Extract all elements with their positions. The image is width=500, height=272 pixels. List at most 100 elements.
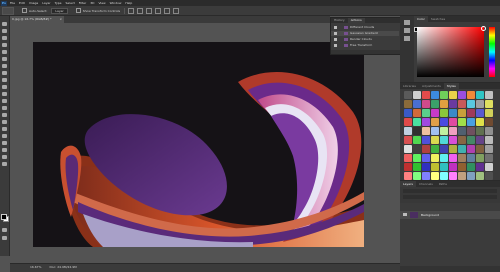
auto-select-dropdown[interactable]: Layer (51, 7, 68, 14)
more-tools-icon[interactable] (2, 162, 7, 166)
gradient-tool-icon[interactable] (2, 99, 7, 103)
style-swatch[interactable] (467, 154, 475, 162)
style-swatch[interactable] (404, 109, 412, 117)
style-swatch[interactable] (440, 118, 448, 126)
style-swatch[interactable] (449, 127, 457, 135)
tab-color[interactable]: Color (414, 16, 428, 22)
style-swatch[interactable] (413, 145, 421, 153)
style-swatch[interactable] (485, 109, 493, 117)
style-swatch[interactable] (458, 100, 466, 108)
style-swatch[interactable] (404, 127, 412, 135)
align-left-icon[interactable] (155, 7, 162, 14)
style-swatch[interactable] (440, 172, 448, 180)
hue-slider[interactable] (489, 27, 495, 77)
style-swatch[interactable] (485, 136, 493, 144)
style-swatch[interactable] (458, 163, 466, 171)
style-swatch[interactable] (476, 100, 484, 108)
menu-layer[interactable]: Layer (42, 1, 50, 5)
align-middle-icon[interactable] (137, 7, 144, 14)
style-swatch[interactable] (440, 154, 448, 162)
blur-tool-icon[interactable] (2, 106, 7, 110)
pen-tool-icon[interactable] (2, 120, 7, 124)
style-swatch[interactable] (413, 163, 421, 171)
style-swatch[interactable] (458, 118, 466, 126)
style-swatch[interactable] (467, 127, 475, 135)
align-bottom-icon[interactable] (146, 7, 153, 14)
style-swatch[interactable] (476, 163, 484, 171)
clone-stamp-tool-icon[interactable] (2, 78, 7, 82)
style-swatch[interactable] (476, 154, 484, 162)
style-swatch[interactable] (431, 136, 439, 144)
tab-styles[interactable]: Styles (443, 83, 459, 89)
menu-file[interactable]: File (10, 1, 15, 5)
style-swatch[interactable] (413, 109, 421, 117)
menu-type[interactable]: Type (55, 1, 62, 5)
style-swatch[interactable] (449, 172, 457, 180)
style-swatch[interactable] (458, 127, 466, 135)
paragraph-panel-icon[interactable] (404, 36, 410, 41)
quick-mask-icon[interactable] (2, 228, 7, 232)
style-swatch[interactable] (422, 127, 430, 135)
style-swatch[interactable] (413, 154, 421, 162)
style-swatch[interactable] (467, 100, 475, 108)
style-swatch[interactable] (422, 154, 430, 162)
style-swatch[interactable] (476, 109, 484, 117)
style-swatch[interactable] (431, 91, 439, 99)
close-tab-icon[interactable]: × (59, 16, 62, 23)
style-swatch[interactable] (404, 136, 412, 144)
shape-tool-icon[interactable] (2, 141, 7, 145)
style-swatch[interactable] (440, 127, 448, 135)
tab-adjustments[interactable]: Adjustments (419, 83, 444, 89)
style-swatch[interactable] (476, 127, 484, 135)
tab-swatches[interactable]: Swatches (428, 16, 448, 22)
style-swatch[interactable] (404, 172, 412, 180)
healing-brush-tool-icon[interactable] (2, 64, 7, 68)
crop-tool-icon[interactable] (2, 50, 7, 54)
style-swatch[interactable] (413, 91, 421, 99)
menu-3d[interactable]: 3D (90, 1, 94, 5)
style-swatch[interactable] (431, 172, 439, 180)
style-swatch[interactable] (449, 154, 457, 162)
style-swatch[interactable] (440, 163, 448, 171)
style-swatch[interactable] (467, 136, 475, 144)
style-swatch[interactable] (404, 100, 412, 108)
menu-view[interactable]: View (98, 1, 105, 5)
properties-panel-icon[interactable] (404, 28, 410, 33)
checkbox-icon[interactable] (334, 44, 337, 47)
zoom-tool-icon[interactable] (2, 155, 7, 159)
style-swatch[interactable] (440, 100, 448, 108)
color-picker-marker[interactable] (481, 26, 486, 31)
style-swatch[interactable] (485, 145, 493, 153)
layer-filter-row[interactable] (403, 189, 497, 193)
style-swatch[interactable] (404, 91, 412, 99)
style-swatch[interactable] (440, 109, 448, 117)
brush-tool-icon[interactable] (2, 71, 7, 75)
menu-edit[interactable]: Edit (19, 1, 25, 5)
move-tool-icon[interactable] (2, 22, 7, 26)
style-swatch[interactable] (440, 91, 448, 99)
style-swatch[interactable] (449, 91, 457, 99)
path-selection-tool-icon[interactable] (2, 134, 7, 138)
style-swatch[interactable] (404, 154, 412, 162)
style-swatch[interactable] (485, 91, 493, 99)
move-tool-preset-icon[interactable] (2, 6, 14, 15)
style-swatch[interactable] (458, 91, 466, 99)
style-swatch[interactable] (458, 145, 466, 153)
style-swatch[interactable] (413, 172, 421, 180)
history-brush-tool-icon[interactable] (2, 85, 7, 89)
layer-row[interactable]: Background (400, 211, 500, 219)
style-swatch[interactable] (476, 172, 484, 180)
style-swatch[interactable] (431, 154, 439, 162)
style-swatch[interactable] (422, 100, 430, 108)
eye-icon[interactable] (403, 213, 407, 216)
style-swatch[interactable] (413, 118, 421, 126)
style-swatch[interactable] (467, 163, 475, 171)
style-swatch[interactable] (431, 109, 439, 117)
style-swatch[interactable] (458, 172, 466, 180)
style-swatch[interactable] (422, 118, 430, 126)
style-swatch[interactable] (485, 100, 493, 108)
style-swatch[interactable] (476, 91, 484, 99)
menu-help[interactable]: Help (125, 1, 132, 5)
align-top-icon[interactable] (128, 7, 135, 14)
style-swatch[interactable] (431, 163, 439, 171)
